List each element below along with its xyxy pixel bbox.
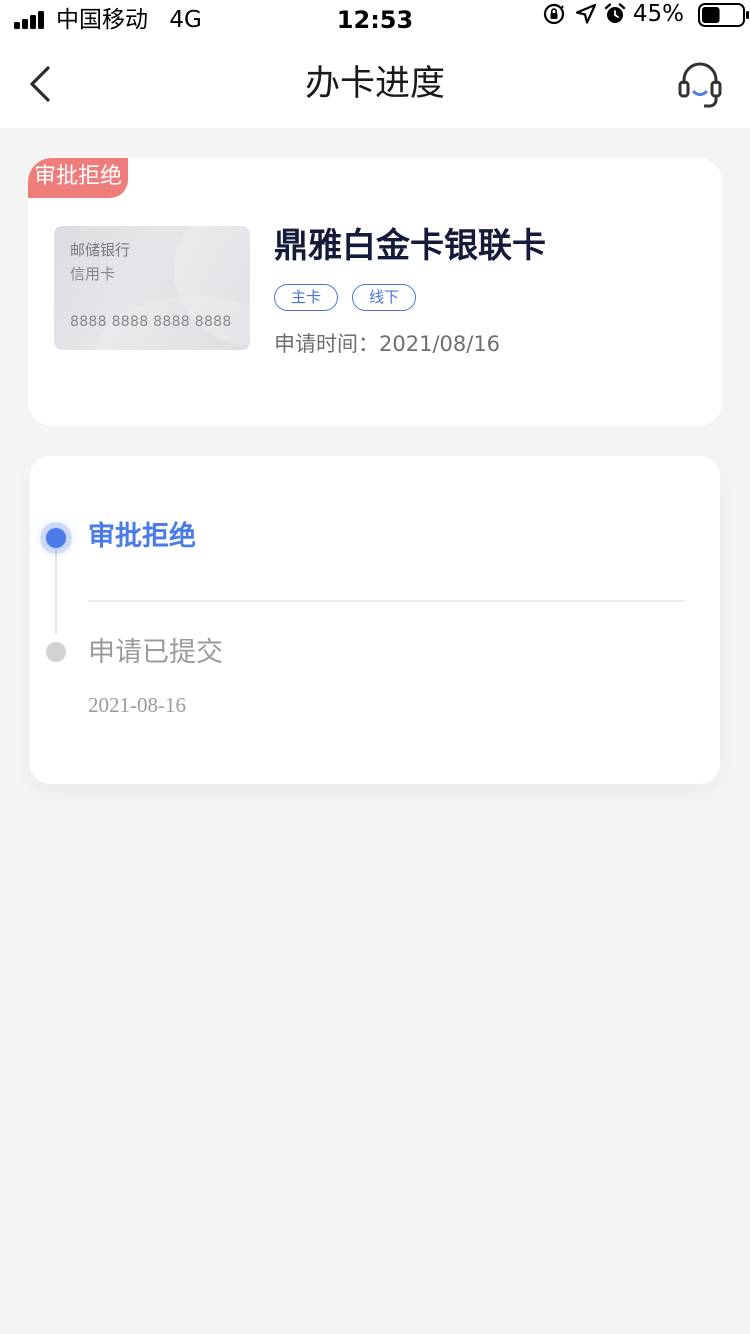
card-tag-primary: 主卡 (274, 284, 339, 311)
status-bar: 中国移动 4G 12:53 45% (0, 0, 750, 40)
nav-bar: 办卡进度 (0, 40, 750, 128)
card-image: 邮储银行 信用卡 8888 8888 8888 8888 (54, 226, 250, 350)
card-type-label: 信用卡 (70, 265, 116, 283)
orientation-lock-icon (543, 3, 565, 25)
progress-timeline: 审批拒绝 申请已提交 2021-08-16 (30, 456, 720, 784)
timeline-dot-active (46, 528, 66, 548)
status-badge: 审批拒绝 (28, 158, 129, 198)
battery-icon (698, 3, 749, 27)
timeline-connector (55, 550, 57, 634)
headset-icon (678, 62, 722, 108)
page-title: 办卡进度 (304, 64, 445, 104)
step-label-submitted: 申请已提交 (88, 637, 223, 668)
customer-service-button[interactable] (676, 60, 724, 110)
step-date-submitted: 2021-08-16 (88, 693, 186, 717)
step-divider (88, 600, 686, 602)
alarm-icon (604, 3, 626, 23)
apply-time: 申请时间：2021/08/16 (274, 332, 501, 356)
card-name: 鼎雅白金卡银联卡 (274, 226, 546, 266)
location-icon (575, 3, 597, 24)
timeline-dot-inactive (46, 642, 66, 662)
card-bank-name: 邮储银行 (70, 241, 131, 259)
card-tags: 主卡 线下 (274, 284, 430, 312)
card-number: 8888 8888 8888 8888 (70, 314, 232, 330)
step-label-current: 审批拒绝 (88, 521, 196, 552)
card-tag-offline: 线下 (352, 284, 417, 311)
battery-percent: 45% (632, 1, 684, 27)
card-summary[interactable]: 审批拒绝 邮储银行 信用卡 8888 8888 8888 8888 鼎雅白金卡银… (28, 158, 722, 426)
